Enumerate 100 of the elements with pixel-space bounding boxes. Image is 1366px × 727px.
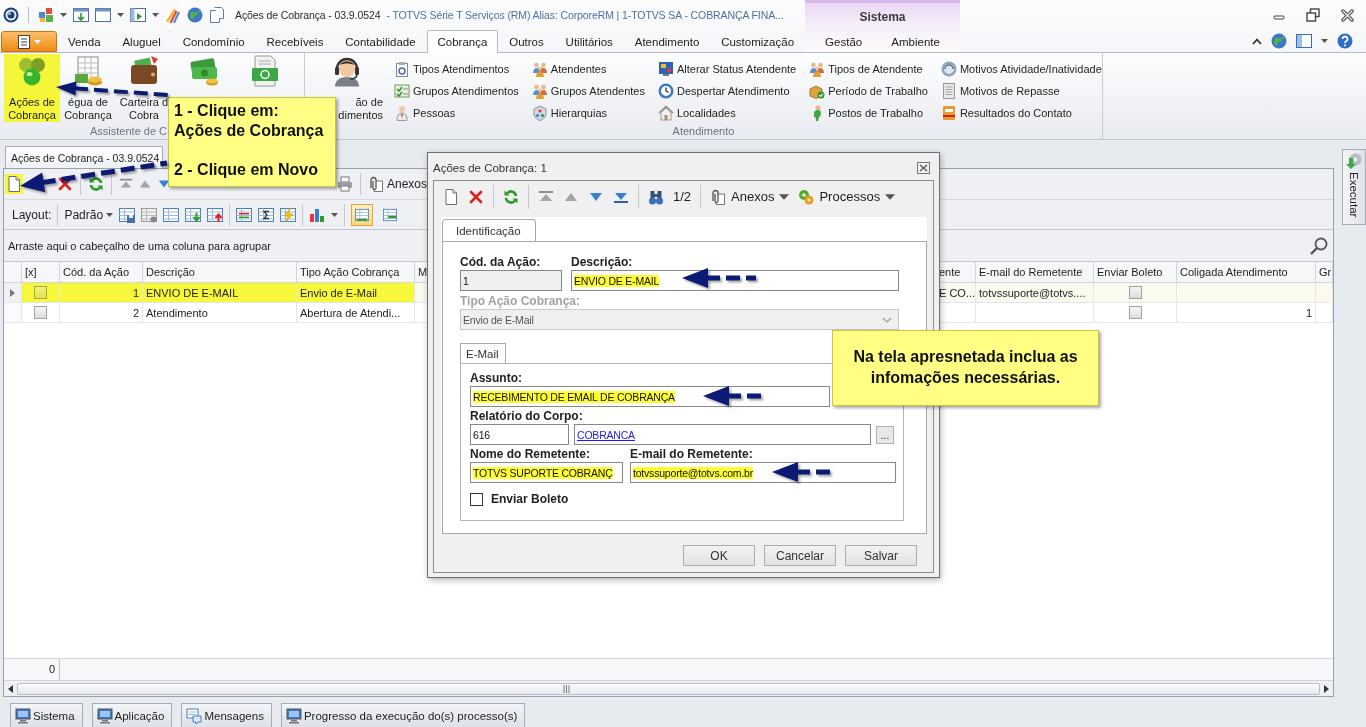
ribbon-button[interactable]: Tipos Atendimentos [394,61,519,77]
window-icon[interactable] [73,7,89,23]
ribbon-tab[interactable]: Condomínio [171,31,256,52]
search-icon[interactable] [1310,236,1328,255]
ribbon-button[interactable]: Resultados do Contato [940,105,1102,121]
printer-icon[interactable] [337,176,353,192]
close-icon[interactable] [1341,8,1354,22]
banknotes-icon[interactable] [188,55,220,87]
table-disk-icon[interactable] [119,206,136,223]
caret-icon[interactable] [331,212,339,217]
ribbon-tab[interactable]: Gestão [816,31,872,52]
pencils-icon[interactable] [165,7,181,23]
report-code-field[interactable]: 616 [470,424,569,445]
taskbar-tab[interactable]: Sistema [10,703,83,727]
table-view-icon[interactable] [351,203,374,226]
table-icon[interactable] [163,206,180,223]
ribbon-tab[interactable]: Atendimento [623,31,711,52]
dialog-button[interactable]: Cancelar [764,545,836,566]
table-lines-icon[interactable] [236,206,253,223]
delete-icon[interactable] [57,176,73,192]
bar-chart-icon[interactable] [309,206,326,223]
cubes-icon[interactable] [38,7,54,23]
sender-email-field[interactable]: totvssuporte@totvs.com.br [630,462,896,483]
ribbon-button[interactable]: Grupos Atendentes [531,83,645,99]
application-menu-button[interactable] [1,31,57,52]
ribbon-tab[interactable]: Outros [498,31,555,52]
subject-field[interactable]: RECEBIMENTO DE EMAIL DE COBRANÇA [470,386,830,407]
ribbon-button[interactable]: Despertar Atendimento [658,83,797,99]
row-selector[interactable] [4,283,22,303]
ribbon-tab[interactable]: Ambiente [882,31,949,52]
table-icon[interactable] [141,206,158,223]
document-banknote-icon[interactable] [249,55,281,87]
checkbox[interactable] [34,286,47,299]
scrollbar-thumb[interactable] [17,682,1320,695]
caret-icon[interactable] [1321,39,1328,43]
ribbon-button[interactable]: Postos de Trabalho [809,105,928,121]
scroll-left-icon[interactable] [8,684,13,693]
table-arrow-up-icon[interactable] [207,206,224,223]
panel-layout-icon[interactable] [1296,34,1312,48]
table-lightning-icon[interactable] [280,206,297,223]
dialog-button[interactable]: OK [683,545,755,566]
refresh-icon[interactable] [88,176,104,192]
help-icon[interactable] [1337,33,1353,49]
scroll-right-icon[interactable] [1324,684,1329,693]
dialog-button[interactable]: Salvar [845,545,917,566]
ribbon-button[interactable]: Hierarquias [531,105,645,121]
taskbar-tab[interactable]: Mensagens [181,703,272,727]
ribbon-button[interactable]: Localidades [658,105,797,121]
attachments-button[interactable]: Anexos [368,176,428,192]
binoculars-icon[interactable] [648,188,664,205]
ribbon-tab[interactable]: Venda [57,31,112,52]
chevron-up-icon[interactable] [1252,37,1262,45]
layout-dropdown[interactable]: Padrão [64,207,114,222]
window-icon[interactable] [130,7,146,23]
dialog-tab[interactable]: Identificação [442,219,536,241]
ribbon-button[interactable]: Ações de Cobrança [4,54,60,122]
ribbon-button[interactable]: Tipos de Atendente [809,61,928,77]
checkbox[interactable] [470,493,483,506]
table-arrow-down-icon[interactable] [185,206,202,223]
taskbar-tab[interactable]: Aplicação [91,703,173,727]
document-tab[interactable]: Ações de Cobrança - 03.9.0524 [5,146,164,168]
checkbox[interactable] [1128,306,1142,319]
new-document-icon[interactable] [443,188,459,205]
report-name-field[interactable]: COBRANCA [574,424,871,445]
ribbon-button[interactable]: Motivos de Repasse [940,83,1102,99]
ribbon-button[interactable]: Grupos Atendimentos [394,83,519,99]
ribbon-button[interactable]: Período de Trabalho [809,83,928,99]
ribbon-tab[interactable]: Aluguel [111,31,172,52]
table-sum-icon[interactable] [258,206,275,223]
checkbox[interactable] [1128,286,1142,299]
side-tab[interactable]: Executar [1342,149,1366,225]
globe-icon[interactable] [187,7,203,23]
ribbon-tab[interactable]: Customização [710,31,805,52]
taskbar-tab[interactable]: Progresso da execução do(s) processo(s) [280,703,526,727]
globe-icon[interactable] [1271,33,1287,49]
ribbon-tab[interactable]: Recebíveis [255,31,335,52]
checkbox[interactable] [34,306,47,319]
caret-icon[interactable] [60,13,67,17]
ribbon-button[interactable]: Pessoas [394,105,519,121]
ribbon-button[interactable]: Atendentes [531,61,645,77]
sender-name-field[interactable]: TOTVS SUPORTE COBRANÇ [470,462,623,483]
description-field[interactable]: ENVIO DE E-MAIL [571,270,899,291]
ribbon-tab[interactable]: Cobrança [426,30,499,53]
code-field[interactable]: 1 [460,270,562,291]
dropdown-button[interactable]: Anexos [710,188,790,205]
dialog-tab[interactable]: E-Mail [460,343,506,363]
ribbon-tab[interactable]: Contabilidade [334,31,427,52]
restore-icon[interactable] [1306,8,1320,22]
caret-icon[interactable] [117,13,124,17]
new-document-icon[interactable] [5,174,23,194]
browse-button[interactable]: ... [876,426,894,444]
close-icon[interactable] [917,162,930,174]
ribbon-button[interactable]: Alterar Status Atendente [658,61,797,77]
first-record-icon[interactable] [119,177,133,191]
dropdown-button[interactable]: Processos [798,188,896,205]
ribbon-button[interactable]: Motivos Atividade/Inatividade [940,61,1102,77]
ribbon-tab[interactable]: Utilitários [554,31,624,52]
app-logo-icon[interactable] [3,7,19,23]
window-icon[interactable] [95,7,111,23]
caret-icon[interactable] [152,13,159,17]
